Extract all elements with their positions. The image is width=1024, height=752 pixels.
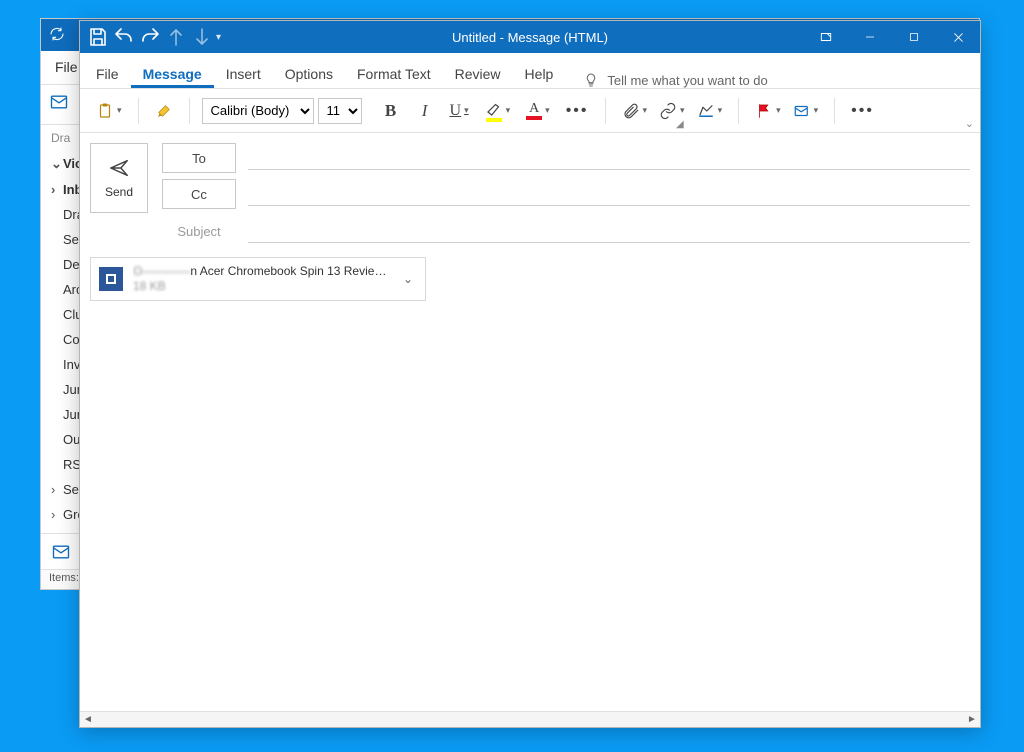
- attachment-size: 18 KB: [133, 279, 389, 294]
- send-button[interactable]: Send: [90, 143, 148, 213]
- to-button[interactable]: To: [162, 143, 236, 173]
- tell-me-placeholder: Tell me what you want to do: [607, 73, 767, 88]
- ribbon-display-options-icon[interactable]: [804, 21, 848, 53]
- redo-icon[interactable]: [138, 25, 162, 49]
- to-field[interactable]: [248, 146, 970, 170]
- bold-button[interactable]: B: [378, 97, 404, 125]
- sync-icon[interactable]: [49, 26, 65, 45]
- font-size-select[interactable]: 11: [318, 98, 362, 124]
- word-doc-icon: [99, 267, 123, 291]
- underline-button[interactable]: U▾: [446, 97, 473, 125]
- clipboard-icon: [96, 102, 114, 120]
- tab-message[interactable]: Message: [131, 58, 214, 88]
- scroll-left-icon[interactable]: ◄: [80, 714, 96, 725]
- minimize-button[interactable]: [848, 21, 892, 53]
- paperclip-icon: [622, 102, 640, 120]
- highlighter-icon: [485, 100, 503, 122]
- ribbon-tabs: File Message Insert Options Format Text …: [80, 53, 980, 89]
- cc-button[interactable]: Cc: [162, 179, 236, 209]
- signature-icon: [697, 102, 715, 120]
- format-painter-button[interactable]: [151, 97, 177, 125]
- subject-field[interactable]: [248, 219, 970, 243]
- attach-file-button[interactable]: ▾: [618, 97, 652, 125]
- send-icon: [108, 157, 130, 179]
- previous-item-icon[interactable]: [164, 25, 188, 49]
- collapse-ribbon-icon[interactable]: ⌄: [965, 117, 974, 130]
- lightbulb-icon: [583, 72, 599, 88]
- attachment-filename: O————n Acer Chromebook Spin 13 Review.do…: [133, 264, 389, 279]
- italic-button[interactable]: I: [412, 97, 438, 125]
- link-icon: [659, 102, 677, 120]
- maximize-button[interactable]: [892, 21, 936, 53]
- compose-titlebar: ▾ Untitled - Message (HTML): [80, 21, 980, 53]
- follow-up-flag-button[interactable]: ▾: [751, 97, 785, 125]
- mail-options-icon: [793, 102, 811, 120]
- paintbrush-icon: [155, 102, 173, 120]
- compose-window: ▾ Untitled - Message (HTML) File Message…: [79, 20, 981, 728]
- message-body-editor[interactable]: [90, 311, 970, 711]
- scroll-right-icon[interactable]: ►: [964, 714, 980, 725]
- font-color-button[interactable]: A ▾: [522, 97, 554, 125]
- ribbon: ▾ Calibri (Body) 11 B I U▾ ▾: [80, 89, 980, 133]
- compose-body: Send To Cc Subject O: [80, 133, 980, 711]
- subject-label: Subject: [162, 224, 236, 239]
- tab-format-text[interactable]: Format Text: [345, 58, 443, 88]
- tab-insert[interactable]: Insert: [214, 58, 273, 88]
- quick-access-toolbar: ▾: [80, 21, 234, 53]
- save-icon[interactable]: [86, 25, 110, 49]
- undo-icon[interactable]: [112, 25, 136, 49]
- tab-options[interactable]: Options: [273, 58, 345, 88]
- signature-button[interactable]: ▾: [693, 97, 727, 125]
- close-button[interactable]: [936, 21, 980, 53]
- tab-file[interactable]: File: [84, 58, 131, 88]
- insert-link-button[interactable]: ▾: [655, 97, 689, 125]
- attachment-menu-icon[interactable]: ⌄: [399, 272, 417, 286]
- send-label: Send: [105, 185, 133, 199]
- horizontal-scrollbar[interactable]: ◄ ►: [80, 711, 980, 727]
- tab-review[interactable]: Review: [443, 58, 513, 88]
- attachment-item[interactable]: O————n Acer Chromebook Spin 13 Review.do…: [90, 257, 426, 301]
- tab-help[interactable]: Help: [513, 58, 566, 88]
- highlight-button[interactable]: ▾: [481, 97, 515, 125]
- paste-button[interactable]: ▾: [92, 97, 126, 125]
- font-color-icon: A: [526, 102, 542, 120]
- cc-field[interactable]: [248, 182, 970, 206]
- more-formatting-button[interactable]: •••: [562, 97, 593, 125]
- more-commands-button[interactable]: •••: [847, 97, 878, 125]
- next-item-icon[interactable]: [190, 25, 214, 49]
- font-name-select[interactable]: Calibri (Body): [202, 98, 314, 124]
- flag-icon: [755, 102, 773, 120]
- assign-policy-button[interactable]: ▾: [789, 97, 823, 125]
- qat-customize-icon[interactable]: ▾: [216, 32, 228, 43]
- mail-icon: [49, 92, 69, 117]
- tell-me-search[interactable]: Tell me what you want to do: [583, 72, 767, 88]
